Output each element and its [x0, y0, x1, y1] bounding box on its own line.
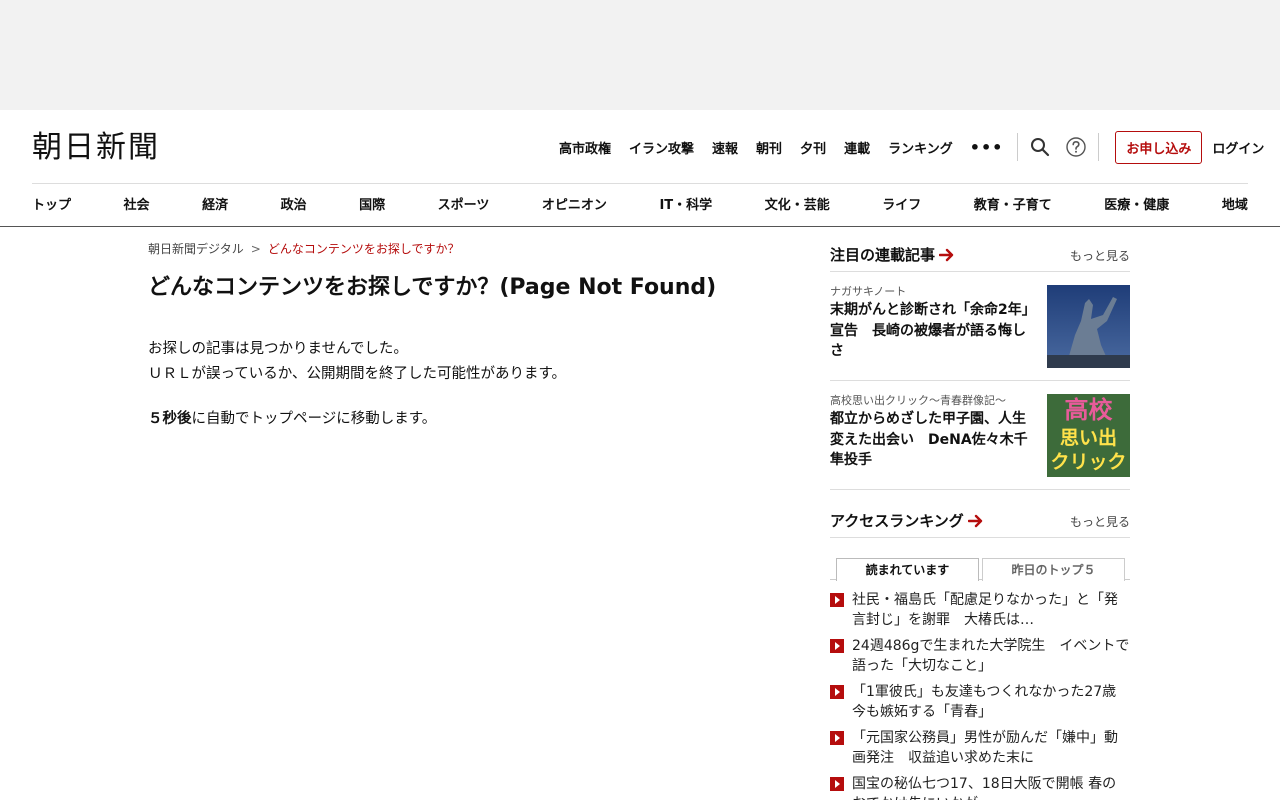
thumb-text: クリック	[1050, 451, 1127, 473]
countdown-text: ５秒後	[148, 411, 192, 427]
category-education[interactable]: 教育・子育て	[974, 194, 1052, 213]
ranking-item-text[interactable]: 国宝の秘仏七つ17、18日大阪で開帳 春のおでかけ先にいかが	[852, 776, 1116, 800]
article-thumbnail-statue[interactable]	[1047, 285, 1130, 368]
breadcrumb-current: どんなコンテンツをお探しですか？	[267, 242, 460, 256]
not-found-message: お探しの記事は見つかりませんでした。 ＵＲＬが誤っているか、公開期間を終了した可…	[148, 337, 566, 387]
header-divider	[32, 183, 1248, 184]
arrow-right-icon	[967, 514, 983, 527]
top-link-takaichi[interactable]: 高市政権	[559, 138, 611, 157]
ranking-title-text: アクセスランキング	[830, 512, 964, 530]
ranking-item[interactable]: 「元国家公務員」男性が励んだ「嫌中」動画発注 収益追い求めた末に	[830, 728, 1130, 768]
subscribe-button[interactable]: お申し込み	[1115, 130, 1203, 164]
redirect-text: に自動でトップページに移動します。	[191, 411, 437, 427]
top-link-breaking[interactable]: 速報	[712, 138, 738, 157]
category-society[interactable]: 社会	[124, 194, 150, 213]
series-kicker[interactable]: ナガサキノート	[830, 283, 906, 299]
tab-yesterday-top5[interactable]: 昨日のトップ５	[982, 558, 1125, 581]
ranking-section-header: アクセスランキング もっと見る	[830, 506, 1130, 538]
arrow-bullet-icon	[830, 639, 844, 653]
category-sports[interactable]: スポーツ	[438, 194, 490, 213]
thumb-text: 高校	[1064, 396, 1113, 424]
category-culture[interactable]: 文化・芸能	[765, 194, 830, 213]
ranking-item-text[interactable]: 24週486gで生まれた大学院生 イベントで語った「大切なこと」	[852, 638, 1129, 674]
series-headline[interactable]: 末期がんと診断され「余命2年」宣告 長崎の被爆者が語る悔しさ	[830, 300, 1036, 362]
category-international[interactable]: 国際	[359, 194, 385, 213]
series-more-link[interactable]: もっと見る	[1070, 247, 1130, 264]
top-navigation: 高市政権 イラン攻撃 速報 朝刊 夕刊 連載 ランキング ••• お申し込み ロ…	[550, 130, 1264, 164]
ranking-list: 社民・福島氏「配慮足りなかった」と「発言封じ」を謝罪 大椿氏は… 24週486g…	[830, 590, 1130, 800]
site-logo[interactable]: 朝日新聞	[32, 128, 160, 168]
category-opinion[interactable]: オピニオン	[542, 194, 607, 213]
help-icon[interactable]	[1058, 133, 1094, 161]
redirect-notice: ５秒後に自動でトップページに移動します。	[148, 407, 436, 428]
top-link-series[interactable]: 連載	[844, 138, 870, 157]
ranking-item[interactable]: 社民・福島氏「配慮足りなかった」と「発言封じ」を謝罪 大椿氏は…	[830, 590, 1130, 630]
category-life[interactable]: ライフ	[882, 194, 921, 213]
ranking-item-text[interactable]: 「1軍彼氏」も友達もつくれなかった27歳 今も嫉妬する「青春」	[852, 684, 1130, 720]
ranking-tabs: 読まれています 昨日のトップ５	[830, 552, 1130, 581]
category-it-science[interactable]: IT・科学	[659, 194, 712, 213]
message-line-1: お探しの記事は見つかりませんでした。	[148, 341, 408, 357]
arrow-bullet-icon	[830, 731, 844, 745]
series-article-1[interactable]: ナガサキノート 末期がんと診断され「余命2年」宣告 長崎の被爆者が語る悔しさ	[830, 272, 1130, 381]
arrow-bullet-icon	[830, 777, 844, 791]
search-icon[interactable]	[1022, 133, 1058, 161]
category-top[interactable]: トップ	[32, 194, 71, 213]
ranking-item-text[interactable]: 「元国家公務員」男性が励んだ「嫌中」動画発注 収益追い求めた末に	[852, 730, 1118, 766]
message-line-2: ＵＲＬが誤っているか、公開期間を終了した可能性があります。	[148, 366, 567, 382]
page-title: どんなコンテンツをお探しですか？(Page Not Found)	[148, 275, 717, 300]
series-section-header: 注目の連載記事 もっと見る	[830, 240, 1130, 272]
ranking-item[interactable]: 「1軍彼氏」も友達もつくれなかった27歳 今も嫉妬する「青春」	[830, 682, 1130, 722]
series-headline[interactable]: 都立からめざした甲子園、人生変えた出会い DeNA佐々木千隼投手	[830, 409, 1036, 471]
arrow-bullet-icon	[830, 593, 844, 607]
ad-banner-area	[0, 0, 1280, 110]
category-region[interactable]: 地域	[1222, 194, 1248, 213]
top-link-morning[interactable]: 朝刊	[756, 138, 782, 157]
ranking-section-title[interactable]: アクセスランキング	[830, 510, 984, 531]
ranking-item[interactable]: 24週486gで生まれた大学院生 イベントで語った「大切なこと」	[830, 636, 1130, 676]
top-link-evening[interactable]: 夕刊	[800, 138, 826, 157]
series-title-text: 注目の連載記事	[830, 246, 936, 264]
category-navigation: トップ 社会 経済 政治 国際 スポーツ オピニオン IT・科学 文化・芸能 ラ…	[32, 194, 1248, 213]
breadcrumb-home[interactable]: 朝日新聞デジタル	[148, 242, 244, 256]
top-link-ranking[interactable]: ランキング	[888, 138, 953, 157]
ranking-more-link[interactable]: もっと見る	[1070, 513, 1130, 530]
ranking-item-text[interactable]: 社民・福島氏「配慮足りなかった」と「発言封じ」を謝罪 大椿氏は…	[852, 592, 1118, 628]
breadcrumb: 朝日新聞デジタル > どんなコンテンツをお探しですか？	[148, 240, 459, 257]
arrow-bullet-icon	[830, 685, 844, 699]
series-article-2[interactable]: 高校思い出クリック～青春群像記～ 都立からめざした甲子園、人生変えた出会い De…	[830, 381, 1130, 490]
thumb-text: 思い出	[1059, 427, 1117, 449]
sidebar: 注目の連載記事 もっと見る ナガサキノート 末期がんと診断され「余命2年」宣告 …	[830, 240, 1130, 800]
series-kicker[interactable]: 高校思い出クリック～青春群像記～	[830, 392, 1006, 408]
category-politics[interactable]: 政治	[281, 194, 307, 213]
tab-most-read[interactable]: 読まれています	[836, 558, 979, 581]
top-link-iran[interactable]: イラン攻撃	[629, 138, 694, 157]
article-thumbnail-koukou[interactable]: 高校 思い出 クリック	[1047, 394, 1130, 477]
nav-divider	[1098, 133, 1100, 161]
nav-divider	[1017, 133, 1019, 161]
category-health[interactable]: 医療・健康	[1104, 194, 1169, 213]
breadcrumb-separator: >	[250, 242, 261, 256]
ranking-item[interactable]: 国宝の秘仏七つ17、18日大阪で開帳 春のおでかけ先にいかが	[830, 774, 1130, 800]
login-link[interactable]: ログイン	[1212, 138, 1264, 157]
logo-text: 朝日新聞	[32, 130, 160, 165]
arrow-right-icon	[939, 248, 954, 261]
more-menu-icon[interactable]: •••	[970, 138, 1004, 157]
series-section-title[interactable]: 注目の連載記事	[830, 244, 955, 265]
category-economy[interactable]: 経済	[202, 194, 228, 213]
